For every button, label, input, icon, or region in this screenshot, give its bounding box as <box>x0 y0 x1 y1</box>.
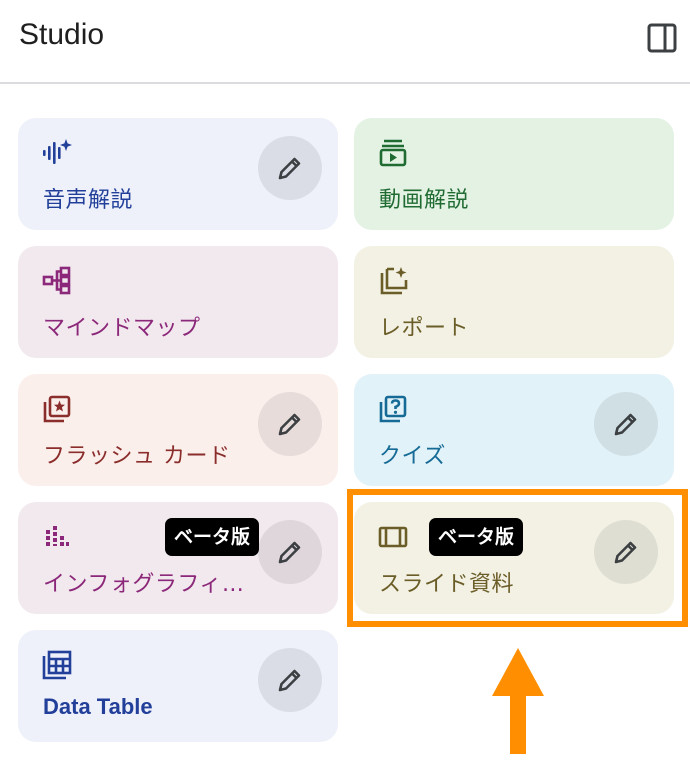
table-grid-icon <box>42 650 72 680</box>
card-flashcards[interactable]: フラッシュ カード <box>18 374 338 486</box>
card-audio-overview[interactable]: 音声解説 <box>18 118 338 230</box>
quiz-question-icon <box>379 395 407 423</box>
report-sparkle-icon <box>380 267 408 295</box>
pencil-icon <box>278 669 301 692</box>
card-label: マインドマップ <box>43 316 201 341</box>
edit-button[interactable] <box>594 392 658 456</box>
card-mind-map[interactable]: マインドマップ <box>18 246 338 358</box>
edit-button[interactable] <box>258 520 322 584</box>
highlight-box <box>347 489 688 627</box>
mind-map-icon <box>42 266 71 295</box>
pencil-icon <box>278 157 301 180</box>
side-panel-toggle-button[interactable] <box>646 22 678 54</box>
infographic-bars-icon <box>46 526 69 546</box>
card-label: クイズ <box>379 444 446 469</box>
card-label: 音声解説 <box>43 188 134 213</box>
video-stack-icon <box>379 139 407 167</box>
edit-button[interactable] <box>258 136 322 200</box>
pencil-icon <box>278 541 301 564</box>
card-label: 動画解説 <box>379 188 470 213</box>
card-label: Data Table <box>43 694 153 719</box>
beta-badge: ベータ版 <box>165 518 260 556</box>
edit-button[interactable] <box>258 648 322 712</box>
card-report[interactable]: レポート <box>354 246 674 358</box>
audio-waveform-sparkle-icon <box>43 139 72 164</box>
side-panel-icon <box>647 23 677 53</box>
card-infographic[interactable]: ベータ版 インフォグラフィ… <box>18 502 338 614</box>
up-arrow-icon <box>492 648 544 754</box>
pencil-icon <box>278 413 301 436</box>
page-title: Studio <box>19 18 105 51</box>
card-quiz[interactable]: クイズ <box>354 374 674 486</box>
flashcards-star-icon <box>43 395 71 423</box>
card-label: レポート <box>379 316 470 341</box>
pencil-icon <box>614 413 637 436</box>
card-label: フラッシュ カード <box>43 444 231 469</box>
card-data-table[interactable]: Data Table <box>18 630 338 742</box>
edit-button[interactable] <box>258 392 322 456</box>
card-label: インフォグラフィ… <box>43 572 245 597</box>
studio-header: Studio <box>0 0 690 84</box>
card-video-overview[interactable]: 動画解説 <box>354 118 674 230</box>
